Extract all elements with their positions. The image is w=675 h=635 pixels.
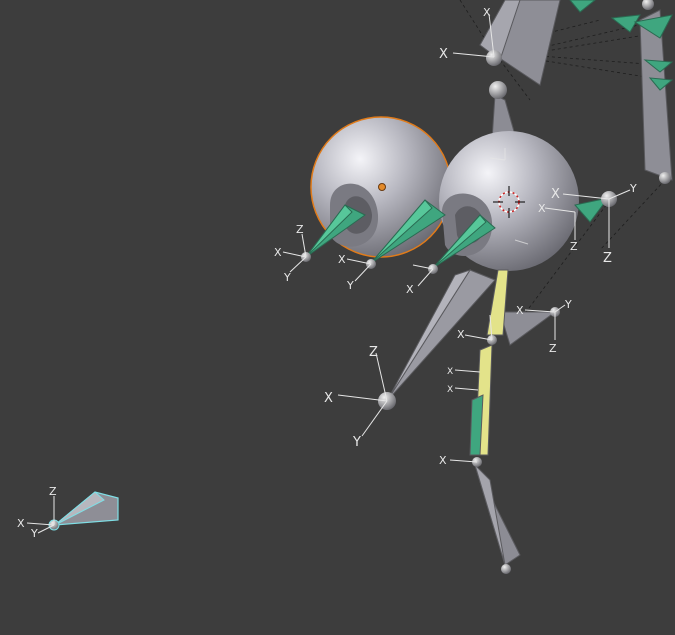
svg-text:X: X: [439, 454, 447, 467]
svg-text:X: X: [439, 47, 448, 62]
svg-text:X: X: [483, 6, 491, 19]
svg-text:X: X: [447, 385, 453, 395]
svg-text:X: X: [324, 391, 333, 406]
svg-text:Y: Y: [30, 527, 38, 540]
svg-text:Z: Z: [369, 345, 378, 360]
svg-text:X: X: [516, 304, 524, 317]
3d-viewport[interactable]: X Z Y X Z Y X Y X X Z Y X X X Z Y X Z X …: [0, 0, 675, 635]
svg-text:Z: Z: [603, 251, 612, 266]
svg-text:X: X: [447, 367, 453, 377]
svg-text:X: X: [274, 246, 282, 259]
object-origin-icon: [378, 183, 386, 191]
svg-text:Y: Y: [352, 435, 361, 450]
svg-text:Z: Z: [49, 485, 57, 498]
svg-text:X: X: [406, 283, 414, 296]
svg-text:Z: Z: [296, 223, 304, 236]
svg-text:X: X: [457, 328, 465, 341]
svg-text:Y: Y: [346, 279, 354, 292]
svg-text:Y: Y: [629, 182, 637, 195]
svg-text:X: X: [538, 202, 546, 215]
svg-text:Y: Y: [564, 298, 572, 311]
svg-text:X: X: [338, 253, 346, 266]
svg-text:Z: Z: [549, 342, 557, 355]
svg-text:Y: Y: [283, 271, 291, 284]
viewport-background: [0, 0, 675, 635]
svg-text:X: X: [17, 517, 25, 530]
svg-text:X: X: [551, 187, 560, 202]
svg-text:Z: Z: [570, 240, 578, 253]
